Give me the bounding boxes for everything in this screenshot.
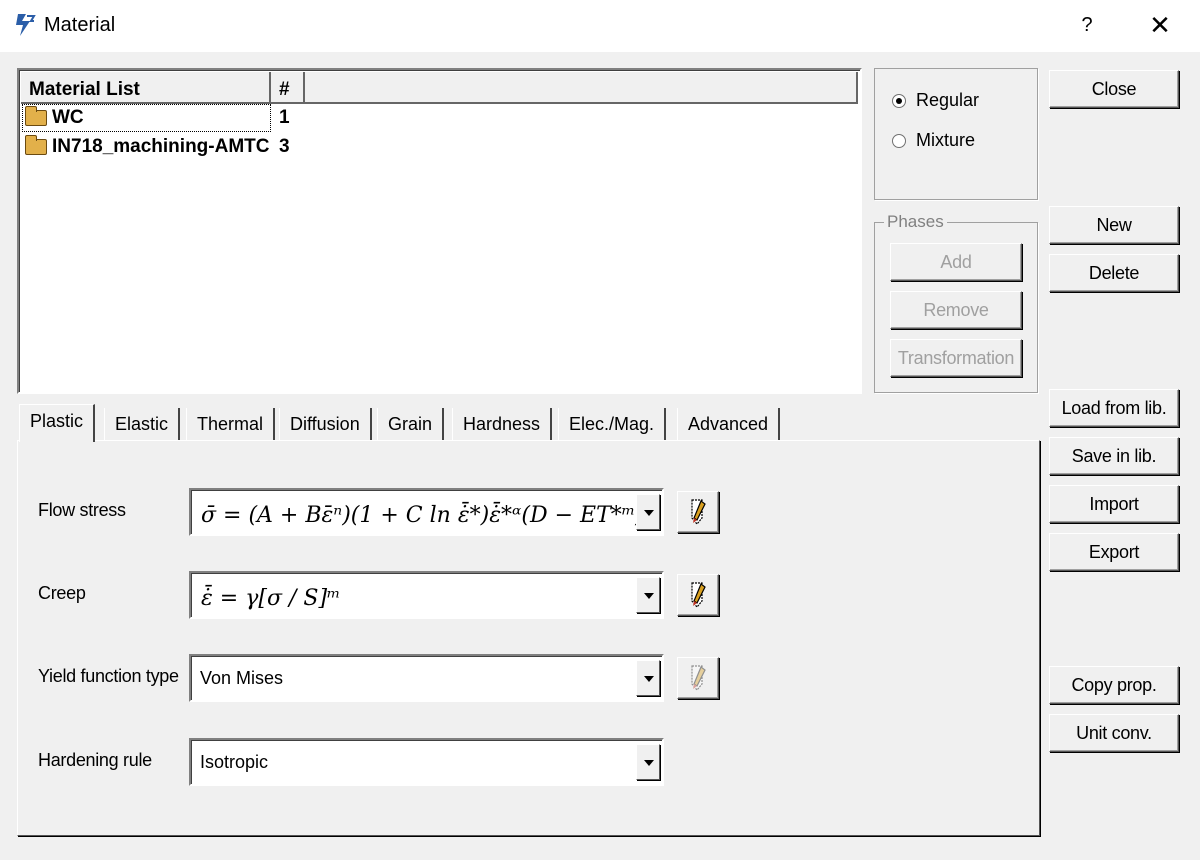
- title-bar: [0, 0, 1200, 52]
- material-list[interactable]: Material List # WC 1 IN718_machining-AMT…: [17, 68, 862, 394]
- save-in-lib-button[interactable]: Save in lib.: [1049, 437, 1179, 475]
- chevron-down-icon[interactable]: [636, 744, 660, 780]
- window-title: Material: [44, 14, 116, 36]
- edit-flow-stress-button[interactable]: [677, 491, 719, 533]
- edit-creep-button[interactable]: [677, 574, 719, 616]
- column-header-number[interactable]: #: [271, 72, 305, 104]
- tab-plastic[interactable]: Plastic: [19, 404, 96, 442]
- load-from-lib-button[interactable]: Load from lib.: [1049, 389, 1179, 427]
- yield-function-combo[interactable]: Von Mises: [189, 654, 664, 702]
- svg-text:σ̄ = (A + Bε̄ⁿ)(1 + C ln ε̇̄*): σ̄ = (A + Bε̄ⁿ)(1 + C ln ε̇̄*)ε̇̄*ᵅ(D − …: [201, 502, 637, 528]
- tab-advanced[interactable]: Advanced: [677, 408, 781, 442]
- phases-group-label: Phases: [884, 212, 947, 232]
- material-name: IN718_machining-AMTC: [52, 136, 270, 157]
- yield-function-label: Yield function type: [38, 666, 179, 686]
- radio-label: Regular: [916, 90, 980, 110]
- copy-prop-button[interactable]: Copy prop.: [1049, 666, 1179, 704]
- chevron-down-icon[interactable]: [636, 494, 660, 530]
- tab-grain[interactable]: Grain: [377, 408, 445, 442]
- tab-elec-mag[interactable]: Elec./Mag.: [558, 408, 667, 442]
- pencil-edit-icon: [691, 582, 706, 608]
- tab-hardness[interactable]: Hardness: [452, 408, 553, 442]
- pencil-edit-icon: [691, 499, 706, 525]
- material-name: WC: [52, 107, 84, 128]
- radio-button-unchecked[interactable]: [892, 133, 906, 148]
- app-logo-icon: [16, 14, 36, 36]
- folder-icon: [25, 135, 47, 155]
- yield-function-value: Von Mises: [200, 668, 284, 688]
- flow-stress-combo[interactable]: σ̄ = (A + Bε̄ⁿ)(1 + C ln ε̇̄*)ε̇̄*ᵅ(D − …: [189, 488, 664, 536]
- delete-button[interactable]: Delete: [1049, 254, 1179, 292]
- radio-regular[interactable]: Regular: [892, 90, 979, 111]
- export-button[interactable]: Export: [1049, 533, 1179, 571]
- material-number: 1: [279, 107, 290, 128]
- creep-combo[interactable]: ε̇̄ = γ[σ / S]ᵐ: [189, 571, 664, 619]
- tab-thermal[interactable]: Thermal: [186, 408, 276, 442]
- transformation-button[interactable]: Transformation: [890, 339, 1022, 377]
- window-close-button[interactable]: ✕: [1140, 8, 1180, 42]
- help-button[interactable]: ?: [1072, 10, 1102, 40]
- close-button[interactable]: Close: [1049, 70, 1179, 108]
- chevron-down-icon[interactable]: [636, 577, 660, 613]
- creep-formula: ε̇̄ = γ[σ / S]ᵐ: [201, 585, 341, 611]
- radio-mixture[interactable]: Mixture: [892, 130, 975, 151]
- radio-button-checked[interactable]: [892, 93, 906, 108]
- flow-stress-label: Flow stress: [38, 500, 126, 520]
- remove-phase-button[interactable]: Remove: [890, 291, 1022, 329]
- column-header-blank[interactable]: [305, 72, 858, 104]
- edit-yield-function-button[interactable]: [677, 657, 719, 699]
- new-button[interactable]: New: [1049, 206, 1179, 244]
- column-header-material-list[interactable]: Material List: [21, 72, 271, 104]
- add-phase-button[interactable]: Add: [890, 243, 1022, 281]
- flow-stress-formula: σ̄ = (A + Bε̄ⁿ)(1 + C ln ε̇̄*)ε̇̄*ᵅ(D − …: [201, 502, 637, 528]
- tab-diffusion[interactable]: Diffusion: [279, 408, 372, 442]
- tab-elastic[interactable]: Elastic: [104, 408, 181, 442]
- hardening-rule-value: Isotropic: [200, 752, 269, 772]
- folder-icon: [25, 106, 47, 126]
- hardening-rule-combo[interactable]: Isotropic: [189, 738, 664, 786]
- creep-label: Creep: [38, 583, 86, 603]
- unit-conv-button[interactable]: Unit conv.: [1049, 714, 1179, 752]
- radio-label: Mixture: [916, 130, 976, 150]
- svg-text:ε̇̄ = γ[σ / S]ᵐ: ε̇̄ = γ[σ / S]ᵐ: [201, 585, 341, 611]
- material-number: 3: [279, 136, 290, 157]
- import-button[interactable]: Import: [1049, 485, 1179, 523]
- hardening-rule-label: Hardening rule: [38, 750, 152, 770]
- pencil-edit-icon: [691, 665, 706, 691]
- chevron-down-icon[interactable]: [636, 660, 660, 696]
- list-item[interactable]: IN718_machining-AMTC 3: [21, 133, 851, 161]
- list-item[interactable]: WC 1: [21, 104, 851, 132]
